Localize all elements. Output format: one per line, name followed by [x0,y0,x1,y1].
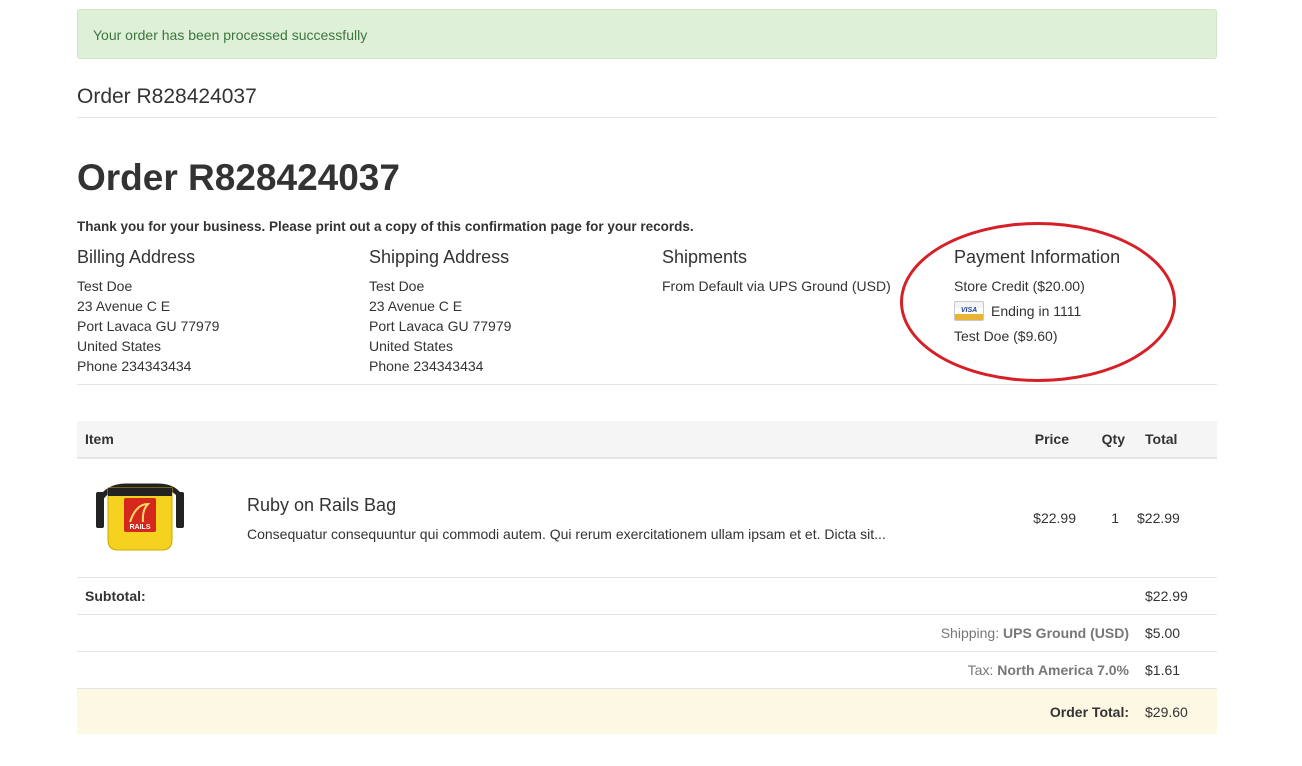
billing-country: United States [77,338,162,354]
breadcrumb: Order R828424037 [77,84,1217,118]
product-name[interactable]: Ruby on Rails Bag [247,493,996,517]
shipping-country: United States [369,338,454,354]
billing-address-heading: Billing Address [77,247,196,267]
billing-street: 23 Avenue C E [77,298,171,314]
column-header-item: Item [77,421,997,459]
success-flash-message: Your order has been processed successful… [77,9,1217,59]
column-header-total: Total [1137,421,1217,459]
column-header-price: Price [997,421,1077,459]
product-total: $22.99 [1137,458,1217,578]
product-description: Consequatur consequuntur qui commodi aut… [247,525,886,542]
product-image-label: RAILS [130,524,151,531]
shipping-street: 23 Avenue C E [369,298,463,314]
product-image: RAILS [96,483,185,551]
shipping-row: Shipping: UPS Ground (USD) $5.00 [77,614,1217,652]
shipments: Shipments From Default via UPS Ground (U… [662,244,891,296]
page-title: Order R828424037 [77,157,400,198]
tax-row: Tax: North America 7.0% $1.61 [77,651,1217,689]
shipping-label: Shipping: [940,625,1000,641]
order-total-row: Order Total: $29.60 [77,688,1217,734]
shipment-line: From Default via UPS Ground (USD) [662,278,891,294]
billing-city: Port Lavaca GU 77979 [77,318,220,334]
column-header-qty: Qty [1077,421,1137,459]
product-price: $22.99 [997,458,1077,578]
shipping-name: Test Doe [369,278,425,294]
product-qty: 1 [1077,458,1137,578]
tax-name: North America 7.0% [997,662,1129,678]
order-total-value: $29.60 [1137,688,1217,734]
table-header-row: Item Price Qty Total [77,421,1217,459]
billing-address: Billing Address Test Doe 23 Avenue C E P… [77,244,219,376]
line-items-table: Item Price Qty Total RAILS Ruby on Rails… [77,421,1217,734]
shipments-heading: Shipments [662,247,748,267]
shipping-value: $5.00 [1137,614,1217,652]
subtotal-row: Subtotal: $22.99 [77,577,1217,615]
product-details-cell: Ruby on Rails Bag Consequatur consequunt… [246,458,997,578]
subtotal-value: $22.99 [1137,577,1217,615]
shipping-phone: Phone 234343434 [369,358,484,374]
shipping-city: Port Lavaca GU 77979 [369,318,512,334]
billing-name: Test Doe [77,278,133,294]
billing-phone: Phone 234343434 [77,358,192,374]
table-row: RAILS Ruby on Rails Bag Consequatur cons… [77,458,1217,578]
subtotal-label: Subtotal: [77,577,1137,615]
shipping-address-heading: Shipping Address [369,247,510,267]
tax-value: $1.61 [1137,651,1217,689]
shipping-address: Shipping Address Test Doe 23 Avenue C E … [369,244,511,376]
shipping-method: UPS Ground (USD) [1003,625,1129,641]
annotation-circle [900,222,1176,382]
product-image-cell: RAILS [77,458,246,578]
tax-label: Tax: [967,662,994,678]
order-total-label: Order Total: [77,688,1137,734]
